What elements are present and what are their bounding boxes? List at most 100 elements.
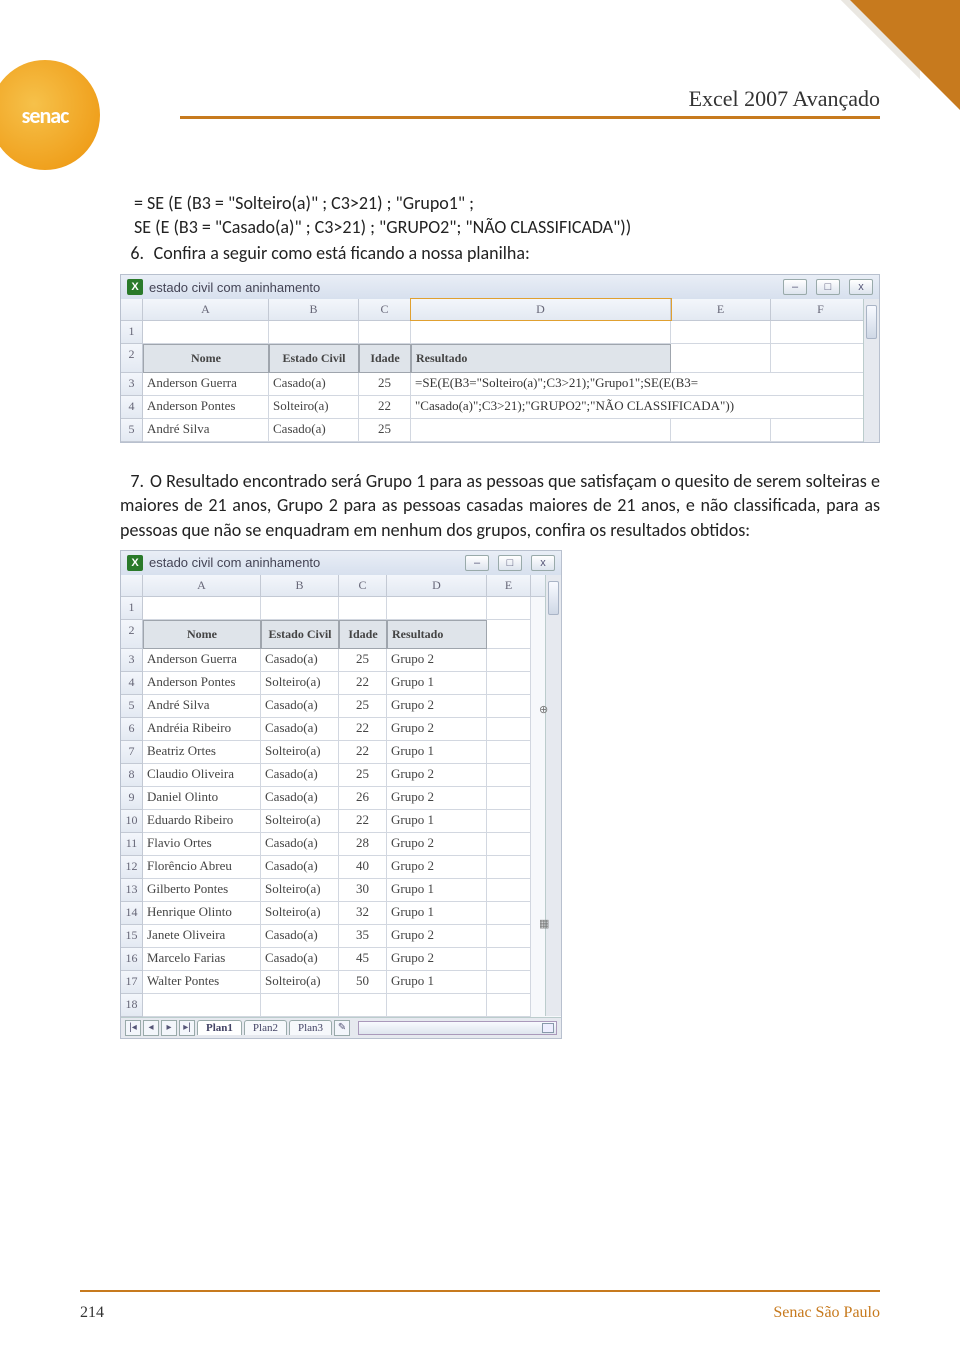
cell-nome[interactable]: Eduardo Ribeiro — [143, 810, 261, 833]
row-18[interactable]: 18 — [121, 994, 143, 1017]
close-button[interactable]: x — [849, 279, 873, 295]
cell-nome[interactable]: Flavio Ortes — [143, 833, 261, 856]
hdr-estado[interactable]: Estado Civil — [269, 344, 359, 373]
cell-empty[interactable] — [487, 856, 531, 879]
cell-resultado[interactable]: Grupo 1 — [387, 902, 487, 925]
cell-estado[interactable]: Solteiro(a) — [261, 672, 339, 695]
col-F[interactable]: F — [771, 299, 871, 320]
row-15[interactable]: 15 — [121, 925, 143, 948]
hdr-idade[interactable]: Idade — [359, 344, 411, 373]
hdr-resultado[interactable]: Resultado — [387, 620, 487, 649]
cell-nome[interactable]: Florêncio Abreu — [143, 856, 261, 879]
cell-estado[interactable]: Solteiro(a) — [261, 810, 339, 833]
cell-idade[interactable]: 40 — [339, 856, 387, 879]
col-E[interactable]: E — [671, 299, 771, 320]
cell-B3[interactable]: Casado(a) — [269, 373, 359, 396]
cell-estado[interactable]: Solteiro(a) — [261, 971, 339, 994]
vertical-scrollbar[interactable] — [863, 299, 879, 442]
select-all[interactable] — [121, 575, 143, 596]
cell-idade[interactable]: 45 — [339, 948, 387, 971]
row-12[interactable]: 12 — [121, 856, 143, 879]
horizontal-scrollbar[interactable] — [358, 1021, 557, 1035]
close-button[interactable]: x — [531, 555, 555, 571]
cell-empty[interactable] — [487, 833, 531, 856]
row-16[interactable]: 16 — [121, 948, 143, 971]
hdr-idade[interactable]: Idade — [339, 620, 387, 649]
cell-estado[interactable]: Casado(a) — [261, 649, 339, 672]
new-sheet[interactable]: ✎ — [334, 1020, 350, 1036]
cell-A5[interactable]: André Silva — [143, 419, 269, 442]
row-17[interactable]: 17 — [121, 971, 143, 994]
cell-C3[interactable]: 25 — [359, 373, 411, 396]
cell-nome[interactable]: Gilberto Pontes — [143, 879, 261, 902]
cell-nome[interactable]: Marcelo Farias — [143, 948, 261, 971]
cell-estado[interactable]: Casado(a) — [261, 925, 339, 948]
cell-resultado[interactable]: Grupo 2 — [387, 764, 487, 787]
row-14[interactable]: 14 — [121, 902, 143, 925]
cell-idade[interactable]: 35 — [339, 925, 387, 948]
cell-empty[interactable] — [487, 810, 531, 833]
nav-first[interactable]: |◂ — [125, 1020, 141, 1036]
cell-resultado[interactable]: Grupo 2 — [387, 948, 487, 971]
nav-last[interactable]: ▸| — [179, 1020, 195, 1036]
hdr-estado[interactable]: Estado Civil — [261, 620, 339, 649]
maximize-button[interactable]: □ — [498, 555, 522, 571]
cell-empty[interactable] — [487, 718, 531, 741]
cell-idade[interactable]: 22 — [339, 672, 387, 695]
cell-resultado[interactable]: Grupo 2 — [387, 833, 487, 856]
col-C[interactable]: C — [339, 575, 387, 596]
cell-empty[interactable] — [487, 741, 531, 764]
cell-estado[interactable]: Casado(a) — [261, 856, 339, 879]
cell-empty[interactable] — [487, 902, 531, 925]
cell-nome[interactable]: Claudio Oliveira — [143, 764, 261, 787]
cell-nome[interactable]: Walter Pontes — [143, 971, 261, 994]
cell-empty[interactable] — [487, 879, 531, 902]
cell-resultado[interactable]: Grupo 2 — [387, 718, 487, 741]
row-4[interactable]: 4 — [121, 396, 143, 419]
col-B[interactable]: B — [261, 575, 339, 596]
col-D[interactable]: D — [411, 299, 671, 320]
cell-resultado[interactable]: Grupo 1 — [387, 741, 487, 764]
row-3[interactable]: 3 — [121, 373, 143, 396]
cell-nome[interactable]: Henrique Olinto — [143, 902, 261, 925]
cell-empty[interactable] — [487, 672, 531, 695]
row-13[interactable]: 13 — [121, 879, 143, 902]
cell-empty[interactable] — [487, 649, 531, 672]
cell-nome[interactable]: Anderson Guerra — [143, 649, 261, 672]
cell-estado[interactable]: Casado(a) — [261, 787, 339, 810]
cell-estado[interactable]: Solteiro(a) — [261, 741, 339, 764]
cell-B4[interactable]: Solteiro(a) — [269, 396, 359, 419]
cell-A4[interactable]: Anderson Pontes — [143, 396, 269, 419]
cell-nome[interactable]: Andréia Ribeiro — [143, 718, 261, 741]
col-D[interactable]: D — [387, 575, 487, 596]
cell-estado[interactable]: Casado(a) — [261, 948, 339, 971]
cell-B5[interactable]: Casado(a) — [269, 419, 359, 442]
vertical-scrollbar[interactable] — [545, 575, 561, 1016]
cell-estado[interactable]: Casado(a) — [261, 718, 339, 741]
hdr-resultado[interactable]: Resultado — [411, 344, 671, 373]
hdr-nome[interactable]: Nome — [143, 620, 261, 649]
cell-estado[interactable]: Casado(a) — [261, 695, 339, 718]
col-A[interactable]: A — [143, 299, 269, 320]
cell-idade[interactable]: 25 — [339, 764, 387, 787]
cell-resultado[interactable]: Grupo 1 — [387, 810, 487, 833]
cell-D3-formula-line1[interactable]: =SE(E(B3="Solteiro(a)";C3>21);"Grupo1";S… — [411, 373, 871, 396]
row-9[interactable]: 9 — [121, 787, 143, 810]
col-C[interactable]: C — [359, 299, 411, 320]
cell-estado[interactable]: Casado(a) — [261, 764, 339, 787]
cell-estado[interactable]: Casado(a) — [261, 833, 339, 856]
maximize-button[interactable]: □ — [816, 279, 840, 295]
row-1[interactable]: 1 — [121, 597, 143, 620]
row-8[interactable]: 8 — [121, 764, 143, 787]
cell-nome[interactable]: Anderson Pontes — [143, 672, 261, 695]
cell-idade[interactable]: 26 — [339, 787, 387, 810]
cell-resultado[interactable]: Grupo 1 — [387, 672, 487, 695]
scroll-thumb[interactable] — [866, 305, 877, 339]
cell-idade[interactable]: 22 — [339, 810, 387, 833]
col-E[interactable]: E — [487, 575, 531, 596]
nav-next[interactable]: ▸ — [161, 1020, 177, 1036]
cell-estado[interactable]: Solteiro(a) — [261, 879, 339, 902]
cell-empty[interactable] — [487, 925, 531, 948]
row-7[interactable]: 7 — [121, 741, 143, 764]
row-1[interactable]: 1 — [121, 321, 143, 344]
